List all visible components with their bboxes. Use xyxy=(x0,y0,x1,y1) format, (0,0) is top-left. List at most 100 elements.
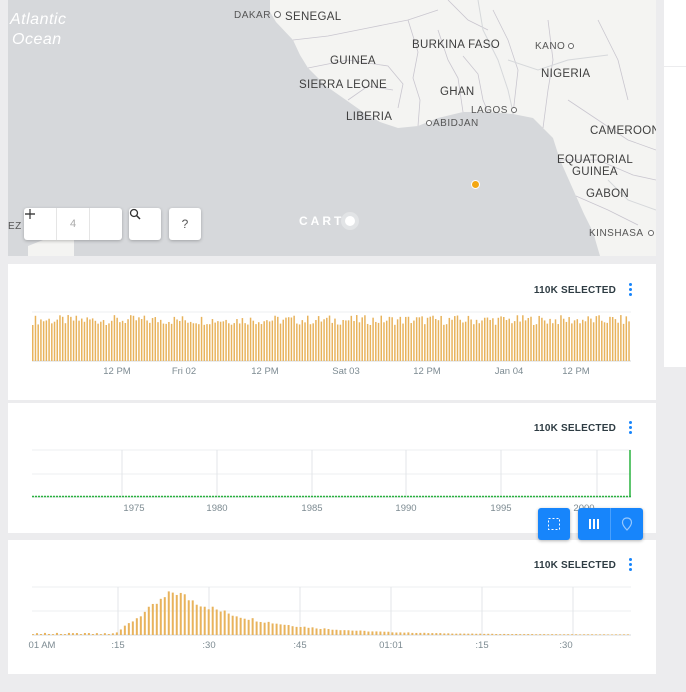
map-view-button[interactable] xyxy=(611,508,643,540)
axis-tick-label: 1985 xyxy=(301,503,322,514)
histogram-bar xyxy=(543,320,546,361)
histogram-bar xyxy=(159,319,162,361)
histogram-bar xyxy=(347,630,350,635)
histogram-bar xyxy=(113,315,116,361)
histogram-bar xyxy=(291,626,294,635)
histogram-bar xyxy=(56,319,59,361)
histogram-bar xyxy=(562,318,565,361)
histogram-bar xyxy=(78,320,80,361)
ocean-label-line1: Atlantic xyxy=(10,11,67,28)
histogram-bar xyxy=(249,317,252,361)
histogram-bar xyxy=(535,324,538,361)
histogram-bar xyxy=(320,321,323,361)
histogram-bar xyxy=(530,316,532,361)
histogram-bar xyxy=(611,317,614,361)
histogram-bar xyxy=(243,618,246,635)
histogram-bar xyxy=(267,621,270,635)
help-button[interactable]: ? xyxy=(169,208,201,240)
histogram-bar xyxy=(432,315,434,361)
histogram-bar xyxy=(538,315,540,361)
histogram-bar xyxy=(356,315,358,361)
histogram-1[interactable]: 12 PM Fri 02 12 PM Sat 03 12 PM Jan 04 12 PM xyxy=(8,264,656,400)
histogram-bar xyxy=(481,320,483,361)
histogram-bar xyxy=(361,317,363,361)
histogram-bar xyxy=(549,318,551,361)
histogram-bar xyxy=(591,634,594,635)
histogram-bar xyxy=(524,320,527,361)
histogram-bar xyxy=(479,633,482,635)
histogram-bar xyxy=(183,594,186,635)
histogram-bar xyxy=(511,323,513,361)
histogram-bar xyxy=(418,317,421,361)
histogram-bar xyxy=(83,321,86,361)
histogram-bar xyxy=(200,316,203,361)
axis-tick-label: Fri 02 xyxy=(172,366,196,377)
histogram-3[interactable]: 01 AM:15:30:45 01:01:15:30 xyxy=(8,540,656,674)
histogram-bar xyxy=(532,324,535,361)
histogram-bar xyxy=(601,320,603,361)
histogram-bar xyxy=(299,626,302,635)
histogram-bar xyxy=(162,323,165,361)
histogram-bar xyxy=(567,634,570,635)
histogram-bar xyxy=(508,318,510,361)
histogram-bar xyxy=(277,316,279,361)
columns-view-button[interactable] xyxy=(578,508,611,540)
country-label-sierra-leone: SIERRA LEONE xyxy=(299,79,387,91)
histogram-bar xyxy=(287,317,290,361)
histogram-bar xyxy=(315,628,318,635)
histogram-bar xyxy=(238,323,241,361)
histogram-bar xyxy=(47,633,50,635)
histogram-bar xyxy=(571,634,574,635)
histogram-bar xyxy=(463,633,466,635)
histogram-bar xyxy=(301,320,304,361)
histogram-bar xyxy=(394,324,396,361)
histogram-bar xyxy=(410,323,412,361)
histogram-bar xyxy=(499,634,502,635)
axis-tick-label: 1980 xyxy=(206,503,227,514)
histogram-bar xyxy=(505,320,508,361)
histogram-bar xyxy=(355,630,358,635)
map-view[interactable]: Atlantic Ocean DAKAR SENEGAL GUINEA SIER… xyxy=(8,0,656,256)
histogram-bar xyxy=(233,323,235,361)
histogram-bar xyxy=(328,315,331,361)
histogram-bar xyxy=(516,315,519,361)
carto-logo-dot xyxy=(345,216,356,226)
histogram-bar xyxy=(323,628,326,635)
histogram-bar xyxy=(139,616,142,635)
histogram-bar xyxy=(429,316,432,361)
histogram-bar xyxy=(298,324,301,361)
histogram-bar xyxy=(179,320,181,361)
histogram-bar xyxy=(334,318,336,361)
histogram-bar xyxy=(91,634,94,635)
histogram-bar xyxy=(71,633,74,635)
zoom-in-button[interactable] xyxy=(25,208,122,240)
histogram-bar xyxy=(89,319,91,361)
histogram-bar xyxy=(367,631,370,635)
histogram-bar xyxy=(473,324,475,361)
country-label-nigeria: NIGERIA xyxy=(541,68,591,80)
histogram-bar xyxy=(486,317,489,361)
histogram-bar xyxy=(579,323,581,361)
axis-tick-label: 01 AM xyxy=(29,640,56,651)
histogram-bar xyxy=(467,633,470,635)
time-series-widget-1: 110K SELECTED 12 PM Fri 02 12 PM Sat 03 12 P… xyxy=(8,264,656,400)
histogram-bar xyxy=(515,633,518,635)
histogram-bar xyxy=(165,323,167,361)
histogram-bar xyxy=(252,320,255,361)
histogram-bar xyxy=(138,317,140,361)
histogram-bar xyxy=(203,324,206,361)
search-button[interactable] xyxy=(129,208,161,240)
box-select-button[interactable] xyxy=(538,508,570,540)
histogram-bar xyxy=(366,323,369,361)
histogram-bar xyxy=(151,318,154,361)
histogram-bar xyxy=(598,315,600,361)
map-data-point[interactable] xyxy=(471,180,480,189)
histogram-bar xyxy=(283,624,286,635)
histogram-bar xyxy=(377,322,380,361)
histogram-bar xyxy=(115,632,118,635)
histogram-bar xyxy=(208,324,211,361)
histogram-bar xyxy=(375,321,377,361)
axis-tick-label: 12 PM xyxy=(103,366,131,377)
city-marker-kinshasa xyxy=(648,230,654,236)
histogram-bar xyxy=(94,320,97,361)
